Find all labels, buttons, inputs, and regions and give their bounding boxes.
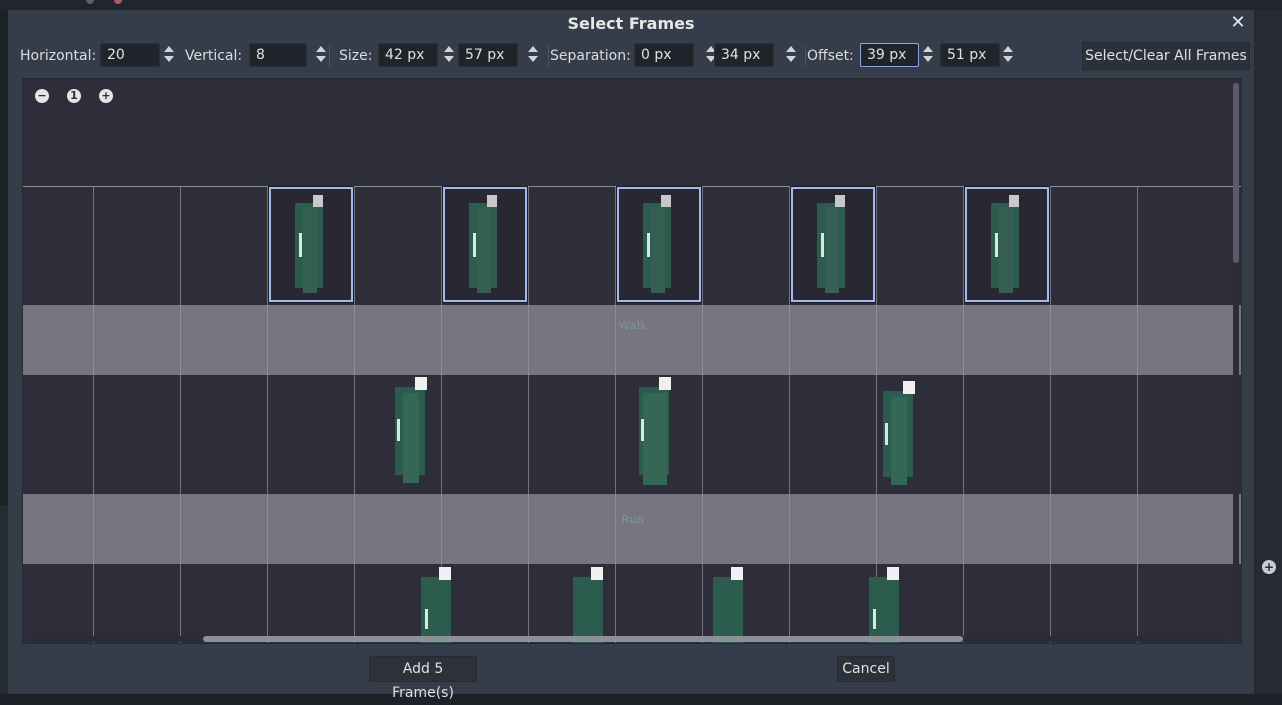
grid-settings-toolbar: Horizontal: 20 Vertical: 8 Size: 42 px 5…: [20, 42, 1254, 70]
editor-left-panel: [0, 505, 8, 694]
select-clear-all-frames-button[interactable]: Select/Clear All Frames: [1082, 42, 1250, 70]
run-figure-sprite: [421, 567, 451, 643]
grid-line: [180, 187, 181, 643]
zoom-reset-button[interactable]: 1: [67, 89, 81, 103]
run-label-band: Run: [23, 494, 1241, 564]
spin-arrows-icon[interactable]: [923, 45, 933, 65]
vertical-scrollbar-thumb[interactable]: [1233, 83, 1239, 263]
size-y-field[interactable]: 57 px: [458, 43, 518, 67]
editor-dot-icon: [114, 0, 122, 4]
toolbar-separator: [329, 46, 330, 66]
vertical-field[interactable]: 8: [249, 43, 307, 67]
spin-arrows-icon[interactable]: [1003, 45, 1013, 65]
grid-line: [789, 187, 790, 643]
grid-line: [615, 187, 616, 643]
run-figure-sprite: [869, 567, 899, 643]
grid-line: [963, 187, 964, 643]
editor-top-bar: [0, 0, 1282, 10]
separation-y-field[interactable]: 34 px: [714, 43, 774, 67]
selected-frame[interactable]: [790, 186, 876, 303]
grid-line: [1050, 187, 1051, 643]
walk-figure-sprite: [883, 381, 915, 485]
selected-frame[interactable]: [442, 186, 528, 303]
offset-label: Offset:: [807, 48, 854, 64]
grid-line: [354, 187, 355, 643]
cancel-button[interactable]: Cancel: [837, 656, 895, 682]
grid-line: [528, 187, 529, 643]
vertical-label: Vertical:: [185, 48, 243, 64]
close-icon[interactable]: ✕: [1228, 13, 1248, 33]
offset-x-field[interactable]: 39 px: [860, 43, 919, 67]
selected-frame[interactable]: [268, 186, 354, 303]
grid-line: [93, 187, 94, 643]
editor-dot-icon: [86, 0, 94, 4]
size-x-field[interactable]: 42 px: [378, 43, 438, 67]
add-frames-button[interactable]: Add 5 Frame(s): [369, 656, 477, 701]
walk-figure-sprite: [639, 377, 671, 485]
run-figure-sprite: [573, 567, 603, 643]
zoom-in-icon[interactable]: +: [99, 89, 113, 103]
toolbar-separator: [548, 46, 549, 66]
offset-y-field[interactable]: 51 px: [940, 43, 1000, 67]
selected-frame[interactable]: [964, 186, 1050, 303]
editor-right-panel: [1250, 10, 1282, 694]
walk-label-band: Walk: [23, 305, 1241, 375]
size-label: Size:: [339, 48, 373, 64]
dialog-title: Select Frames: [567, 14, 695, 33]
run-band-label: Run: [621, 513, 645, 526]
separation-x-field[interactable]: 0 px: [634, 43, 694, 67]
cloaked-figure-sprite: [469, 195, 497, 293]
select-frames-dialog: Select Frames ✕ Horizontal: 20 Vertical:…: [8, 10, 1254, 701]
zoom-out-icon[interactable]: −: [35, 89, 49, 103]
grid-line: [267, 187, 268, 643]
cloaked-figure-sprite: [643, 195, 671, 293]
run-figure-sprite: [713, 567, 743, 643]
spin-arrows-icon[interactable]: [528, 45, 538, 65]
spin-arrows-icon[interactable]: [164, 45, 174, 65]
grid-line: [702, 187, 703, 643]
horizontal-scrollbar-thumb[interactable]: [203, 636, 963, 642]
walk-band-label: Walk: [618, 319, 648, 332]
spin-arrows-icon[interactable]: [444, 45, 454, 65]
horizontal-field[interactable]: 20: [100, 43, 160, 67]
cloaked-figure-sprite: [991, 195, 1019, 293]
frames-canvas[interactable]: − 1 + Walk Run: [22, 78, 1242, 644]
spin-arrows-icon[interactable]: [316, 45, 326, 65]
cloaked-figure-sprite: [295, 195, 323, 293]
grid-line: [1137, 187, 1138, 643]
cloaked-figure-sprite: [817, 195, 845, 293]
horizontal-label: Horizontal:: [20, 48, 97, 64]
separation-label: Separation:: [550, 48, 631, 64]
selected-frame[interactable]: [616, 186, 702, 303]
add-animation-icon[interactable]: +: [1262, 560, 1276, 574]
spin-arrows-icon[interactable]: [786, 45, 796, 65]
walk-figure-sprite: [395, 377, 427, 483]
toolbar-separator: [805, 46, 806, 66]
